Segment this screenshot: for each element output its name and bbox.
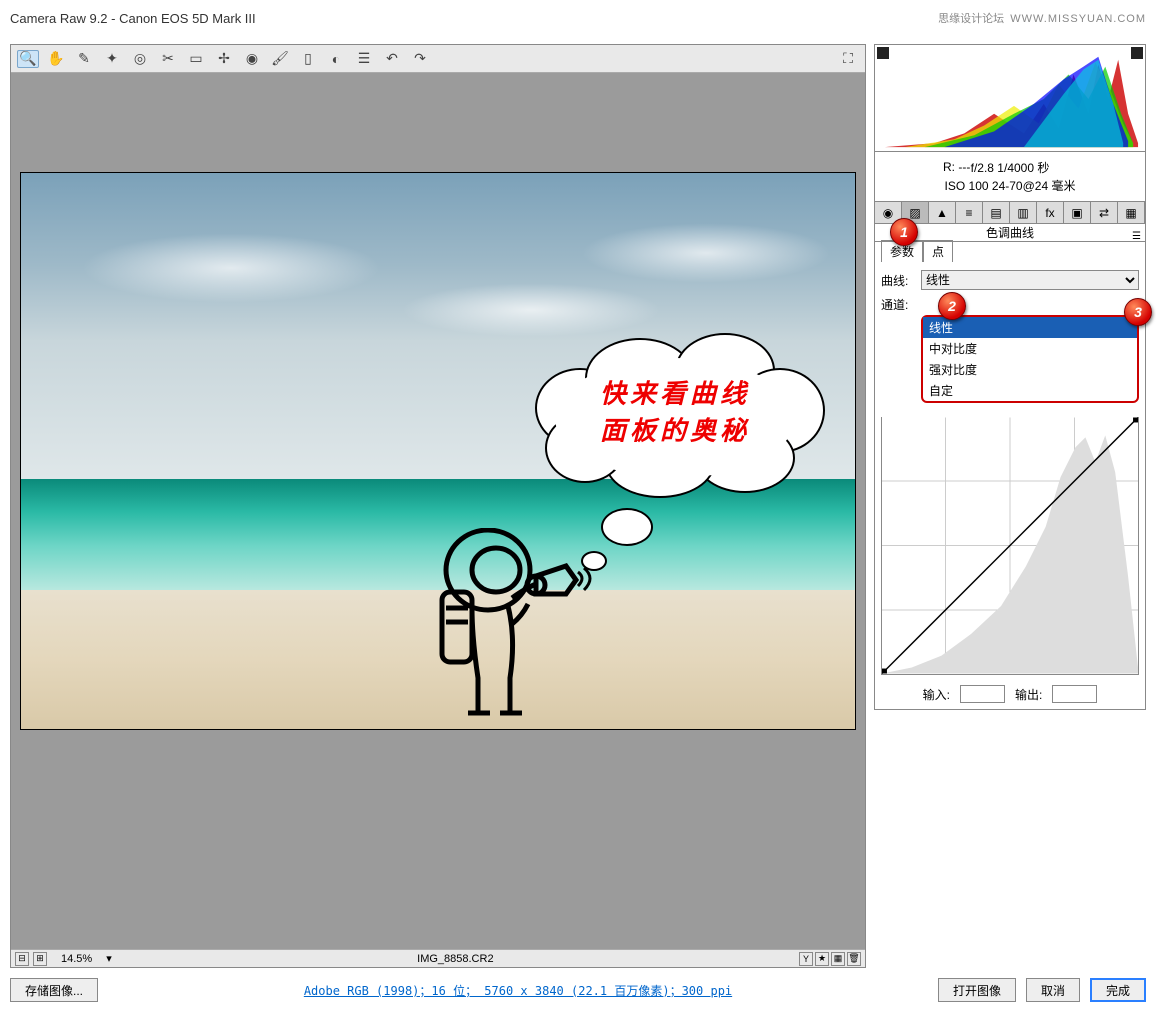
- curve-preset-dropdown: 线性 中对比度 强对比度 自定: [921, 315, 1139, 403]
- toolbar: 🔍 ✋ ✎ ✦ ◎ ✂ ▭ ✢ ◉ 🖌 ▯ ◐ ☰ ↶ ↷ ⛶: [11, 45, 865, 73]
- curve-output-field[interactable]: [1052, 685, 1097, 703]
- curve-controls: 曲线: 线性 通道: 线性 中对比度 强对比度 自定: [874, 262, 1146, 710]
- curve-graph[interactable]: [881, 417, 1139, 675]
- exif-info: R: --- f/2.8 1/4000 秒 ISO 100 24-70@24 毫…: [874, 152, 1146, 202]
- trash-icon[interactable]: 🗑: [847, 952, 861, 966]
- graduated-filter-icon[interactable]: ▯: [297, 50, 319, 68]
- tab-snapshots-icon[interactable]: ▦: [1118, 202, 1145, 223]
- tab-hsl-icon[interactable]: ≡: [956, 202, 983, 223]
- title-bar: Camera Raw 9.2 - Canon EOS 5D Mark III 思…: [0, 0, 1156, 36]
- view-grid-icon[interactable]: ⊞: [33, 952, 47, 966]
- tab-lens-icon[interactable]: ▥: [1010, 202, 1037, 223]
- cancel-button[interactable]: 取消: [1026, 978, 1080, 1002]
- curve-subtabs: 参数 点: [874, 242, 1146, 262]
- input-label: 输入:: [923, 686, 950, 703]
- dropdown-option-custom[interactable]: 自定: [923, 380, 1137, 401]
- crop-tool-icon[interactable]: ✂: [157, 50, 179, 68]
- tab-split-icon[interactable]: ▤: [983, 202, 1010, 223]
- straighten-icon[interactable]: ▭: [185, 50, 207, 68]
- filter-icon[interactable]: Y: [799, 952, 813, 966]
- filename-label: IMG_8858.CR2: [116, 953, 795, 965]
- callout-2: 2: [938, 292, 966, 320]
- save-image-button[interactable]: 存储图像...: [10, 978, 98, 1002]
- status-bar: ⊟ ⊞ 14.5% ▾ IMG_8858.CR2 Y ★ ▦ 🗑: [11, 949, 865, 967]
- tab-detail-icon[interactable]: ▲: [929, 202, 956, 223]
- image-frame: 🔍 ✋ ✎ ✦ ◎ ✂ ▭ ✢ ◉ 🖌 ▯ ◐ ☰ ↶ ↷ ⛶: [10, 44, 866, 968]
- eyedropper-icon[interactable]: ✎: [73, 50, 95, 68]
- spot-removal-icon[interactable]: ✢: [213, 50, 235, 68]
- open-image-button[interactable]: 打开图像: [938, 978, 1016, 1002]
- subtab-point[interactable]: 点: [923, 240, 953, 262]
- curve-input-field[interactable]: [960, 685, 1005, 703]
- exif-line2: ISO 100 24-70@24 毫米: [875, 177, 1145, 195]
- watermark: 思缘设计论坛 WWW.MISSYUAN.COM: [938, 10, 1146, 26]
- rating-icon[interactable]: ★: [815, 952, 829, 966]
- label-icon[interactable]: ▦: [831, 952, 845, 966]
- curve-label: 曲线:: [881, 272, 917, 289]
- panel-tabs: ◉ ▨ ▲ ≡ ▤ ▥ fx ▣ ⇄ ▦: [874, 202, 1146, 224]
- redeye-icon[interactable]: ◉: [241, 50, 263, 68]
- dropdown-option-strong[interactable]: 强对比度: [923, 359, 1137, 380]
- bottom-bar: 存储图像... Adobe RGB (1998)；16 位； 5760 x 38…: [10, 976, 1146, 1004]
- zoom-tool-icon[interactable]: 🔍: [17, 50, 39, 68]
- tab-fx-icon[interactable]: fx: [1037, 202, 1064, 223]
- fullscreen-icon[interactable]: ⛶: [837, 50, 859, 68]
- callout-3: 3: [1124, 298, 1152, 326]
- hand-tool-icon[interactable]: ✋: [45, 50, 67, 68]
- zoom-level[interactable]: 14.5%: [51, 953, 102, 965]
- photo-preview: 快来看曲线 面板的奥秘: [20, 172, 856, 730]
- output-label: 输出:: [1015, 686, 1042, 703]
- adjustment-brush-icon[interactable]: 🖌: [269, 50, 291, 68]
- zoom-dropdown-icon[interactable]: ▾: [106, 952, 112, 965]
- tab-camera-icon[interactable]: ▣: [1064, 202, 1091, 223]
- app-title: Camera Raw 9.2 - Canon EOS 5D Mark III: [10, 11, 256, 26]
- thought-puff-icon: [601, 508, 653, 546]
- callout-1: 1: [890, 218, 918, 246]
- workflow-options-link[interactable]: Adobe RGB (1998)；16 位； 5760 x 3840 (22.1…: [108, 982, 928, 999]
- rgb-readout: R: ---: [943, 158, 970, 176]
- targeted-adjust-icon[interactable]: ◎: [129, 50, 151, 68]
- done-button[interactable]: 完成: [1090, 978, 1146, 1002]
- curve-preset-select[interactable]: 线性: [921, 270, 1139, 290]
- radial-filter-icon[interactable]: ◐: [325, 50, 347, 68]
- highlight-clip-icon[interactable]: [1131, 47, 1143, 59]
- character-illustration: [416, 528, 596, 718]
- exif-line1: f/2.8 1/4000 秒: [875, 159, 1145, 177]
- color-sampler-icon[interactable]: ✦: [101, 50, 123, 68]
- canvas-area[interactable]: 快来看曲线 面板的奥秘: [11, 73, 865, 949]
- shadow-clip-icon[interactable]: [877, 47, 889, 59]
- view-single-icon[interactable]: ⊟: [15, 952, 29, 966]
- panel-menu-icon[interactable]: ☰: [1132, 228, 1141, 246]
- rotate-cw-icon[interactable]: ↷: [409, 50, 431, 68]
- preferences-icon[interactable]: ☰: [353, 50, 375, 68]
- dropdown-option-medium[interactable]: 中对比度: [923, 338, 1137, 359]
- right-panel: R: --- f/2.8 1/4000 秒 ISO 100 24-70@24 毫…: [874, 44, 1146, 968]
- rotate-ccw-icon[interactable]: ↶: [381, 50, 403, 68]
- histogram[interactable]: [874, 44, 1146, 152]
- dropdown-option-linear[interactable]: 线性: [923, 317, 1137, 338]
- tab-presets-icon[interactable]: ⇄: [1091, 202, 1118, 223]
- channel-label: 通道:: [881, 296, 917, 313]
- speech-bubble: 快来看曲线 面板的奥秘: [525, 328, 825, 498]
